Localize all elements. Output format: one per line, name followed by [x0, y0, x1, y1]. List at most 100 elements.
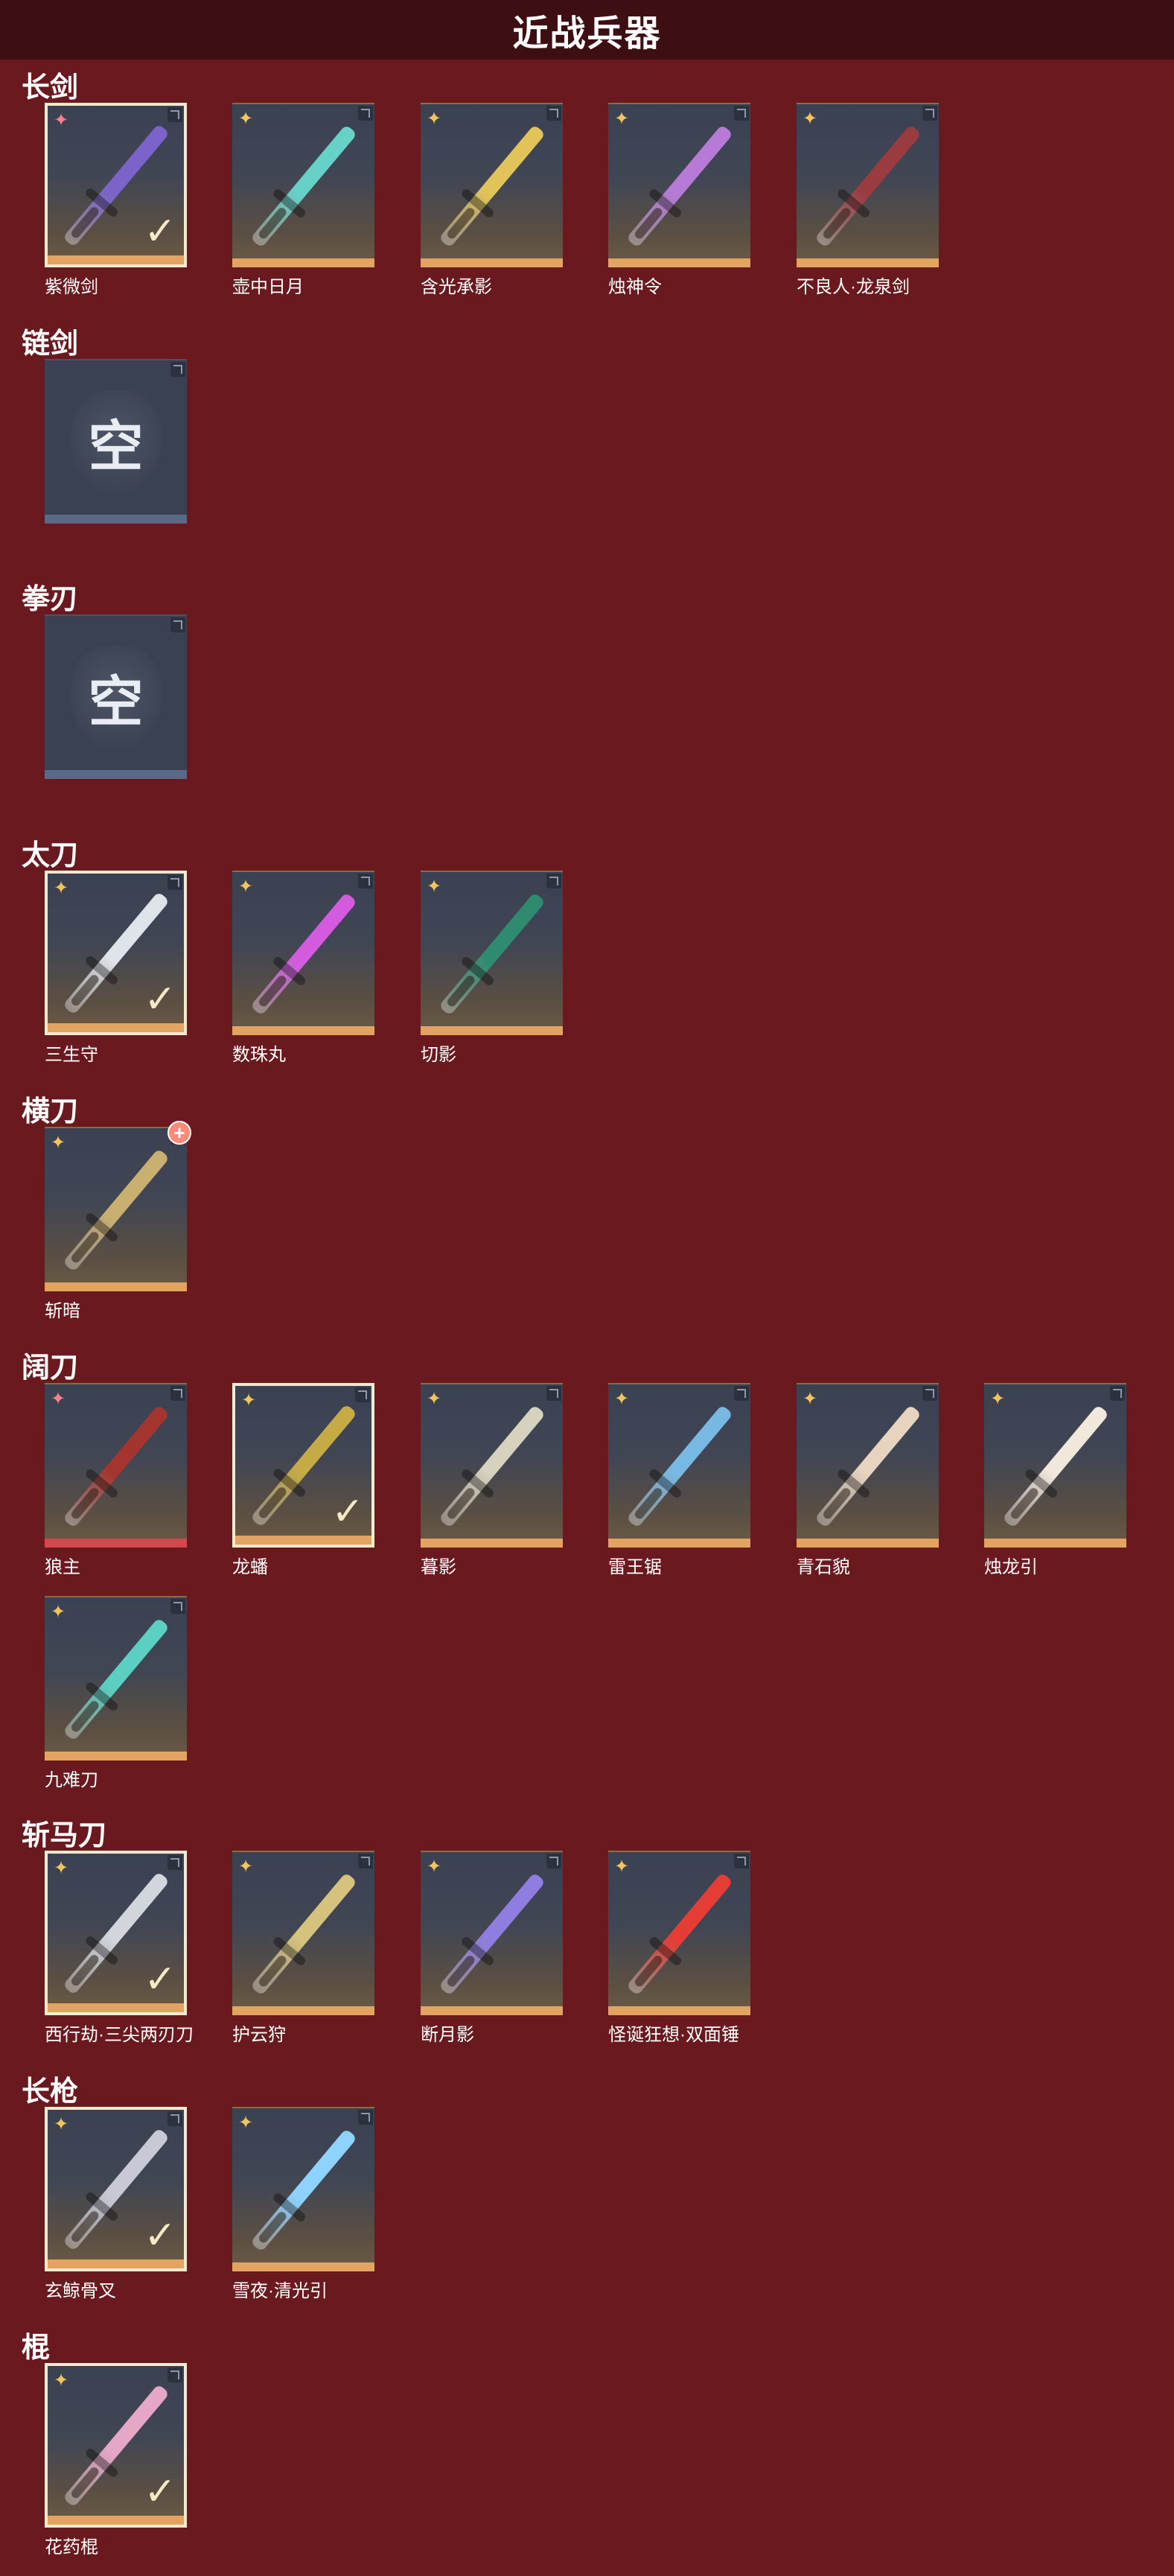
four-point-star-icon: ✦ — [51, 1133, 66, 1153]
weapon-name: 花药棍 — [45, 2537, 98, 2557]
rarity-bar — [48, 2259, 184, 2268]
weapon-card[interactable]: ✦ 怪诞狂想·双面锤 — [608, 1851, 750, 2045]
weapon-card[interactable]: ✦ 雷王锯 — [608, 1383, 750, 1577]
weapon-tile[interactable]: ✦ ✓ — [45, 2363, 187, 2528]
weapon-tile[interactable]: ✦ — [421, 871, 563, 1035]
weapon-name: 狼主 — [45, 1557, 80, 1577]
weapon-name: 数珠丸 — [232, 1045, 286, 1065]
page-title: 近战兵器 — [512, 14, 662, 54]
weapon-tile[interactable]: ✦ — [797, 1383, 939, 1548]
weapon-card[interactable]: ✦ 数珠丸 — [232, 871, 374, 1065]
rarity-bar — [608, 1539, 750, 1548]
weapon-card[interactable]: ✦ 含光承影 — [421, 103, 563, 297]
section-label: 阔刀 — [22, 1352, 79, 1384]
weapon-tile[interactable]: ✦ — [421, 1383, 563, 1548]
check-icon: ✓ — [331, 1490, 364, 1533]
corner-tab-icon — [546, 874, 561, 888]
weapon-icon — [625, 1404, 733, 1528]
weapon-card[interactable]: ✦ 断月影 — [421, 1851, 563, 2045]
weapon-card[interactable]: ✦ 青石貌 — [797, 1383, 939, 1577]
rarity-bar — [421, 258, 563, 267]
weapon-tile[interactable]: ✦ ✓ — [45, 1851, 187, 2015]
weapon-card[interactable]: ✦ ✓ 西行劫·三尖两刃刀 — [45, 1851, 194, 2045]
weapon-tile[interactable]: ✦ — [232, 2107, 374, 2271]
four-point-star-icon: ✦ — [51, 1389, 66, 1409]
weapon-tile[interactable]: ✦ ✓ — [45, 2107, 187, 2271]
slot-bottom-bar — [45, 515, 187, 524]
four-point-star-icon: ✦ — [803, 109, 818, 129]
weapon-card[interactable]: ✦ ✓ 龙蟠 — [232, 1383, 374, 1577]
weapon-tile[interactable]: 空 — [45, 614, 187, 779]
weapon-tile[interactable]: ✦ — [45, 1383, 187, 1548]
rarity-bar — [797, 1539, 939, 1548]
corner-tab-icon — [358, 106, 373, 121]
weapon-card[interactable]: ✦ 九难刀 — [45, 1596, 187, 1790]
weapon-card[interactable]: ✦ 雪夜·清光引 — [232, 2107, 374, 2301]
weapon-card[interactable]: ✦ 烛神令 — [608, 103, 750, 297]
section-label: 棍 — [22, 2332, 51, 2364]
weapon-card[interactable]: ✦ 壶中日月 — [232, 103, 374, 297]
weapon-card[interactable]: ✦ ✓ 紫微剑 — [45, 103, 187, 297]
weapon-tile[interactable]: ✦ ✓ — [45, 103, 187, 267]
four-point-star-icon: ✦ — [54, 2114, 69, 2134]
weapon-card[interactable]: ✦ 暮影 — [421, 1383, 563, 1577]
weapon-name: 切影 — [421, 1045, 456, 1065]
weapon-tile[interactable]: ✦ — [984, 1383, 1126, 1548]
empty-weapon-slot[interactable]: 空 — [45, 359, 187, 524]
rarity-bar — [608, 2006, 750, 2015]
four-point-star-icon: ✦ — [54, 1858, 69, 1878]
weapon-card[interactable]: ✦ 不良人·龙泉剑 — [797, 103, 939, 297]
weapon-tile[interactable]: ✦ — [608, 1851, 750, 2015]
rarity-bar — [232, 2006, 374, 2015]
corner-tab-icon — [358, 1854, 373, 1869]
weapon-card[interactable]: ✦ ✓ 三生守 — [45, 871, 187, 1065]
weapon-tile[interactable]: ✦ — [232, 1851, 374, 2015]
weapon-tile[interactable]: 空 — [45, 359, 187, 524]
weapon-tile[interactable]: ✦ — [45, 1596, 187, 1761]
rarity-bar — [421, 1026, 563, 1035]
weapon-icon — [62, 1617, 170, 1741]
weapon-name: 西行劫·三尖两刃刀 — [45, 2025, 194, 2045]
weapon-icon — [249, 1871, 357, 1996]
weapon-name: 壶中日月 — [232, 277, 304, 297]
rarity-bar — [797, 258, 939, 267]
weapon-card[interactable]: ✦ ✓ 花药棍 — [45, 2363, 187, 2557]
weapon-name: 三生守 — [45, 1045, 98, 1065]
weapon-card[interactable]: ✦ 切影 — [421, 871, 563, 1065]
weapon-tile[interactable]: ✦ ✓ — [232, 1383, 374, 1548]
weapon-card[interactable]: ✦ 烛龙引 — [984, 1383, 1126, 1577]
weapon-icon — [625, 124, 733, 248]
title-bar: 近战兵器 — [0, 0, 1174, 60]
weapon-tile[interactable]: ✦ — [608, 103, 750, 267]
weapon-tile[interactable]: ✦ ✓ — [45, 871, 187, 1035]
corner-tab-icon — [546, 106, 561, 121]
weapon-card[interactable]: ✦ + 斩暗 — [45, 1121, 191, 1321]
weapon-card[interactable]: ✦ 狼主 — [45, 1383, 187, 1577]
weapon-card[interactable]: ✦ ✓ 玄鲸骨叉 — [45, 2107, 187, 2301]
corner-tab-icon — [922, 106, 937, 121]
weapon-tile[interactable]: ✦ — [421, 103, 563, 267]
weapon-tile[interactable]: ✦ — [232, 871, 374, 1035]
section-label: 链剑 — [22, 328, 79, 360]
weapon-tile[interactable]: ✦ — [608, 1383, 750, 1548]
weapon-card[interactable]: ✦ 护云狩 — [232, 1851, 374, 2045]
weapon-tile[interactable]: ✦ — [797, 103, 939, 267]
weapon-icon — [62, 1148, 170, 1272]
check-icon: ✓ — [144, 978, 176, 1021]
weapon-name: 断月影 — [421, 2025, 474, 2045]
corner-tab-icon — [170, 1386, 185, 1401]
weapon-icon — [438, 1871, 546, 1996]
weapon-tile[interactable]: ✦ — [45, 1127, 187, 1291]
four-point-star-icon: ✦ — [614, 1389, 630, 1409]
weapon-tile[interactable]: ✦ — [232, 103, 374, 267]
weapon-tile[interactable]: ✦ — [421, 1851, 563, 2015]
empty-slot-label: 空 — [45, 616, 187, 779]
rarity-bar — [421, 2006, 563, 2015]
weapon-icon — [438, 891, 546, 1016]
section-label: 横刀 — [22, 1096, 79, 1128]
corner-tab-icon — [170, 1599, 185, 1614]
four-point-star-icon: ✦ — [614, 109, 630, 129]
empty-weapon-slot[interactable]: 空 — [45, 614, 187, 779]
weapon-name: 护云狩 — [232, 2025, 286, 2045]
weapon-name: 含光承影 — [421, 277, 492, 297]
